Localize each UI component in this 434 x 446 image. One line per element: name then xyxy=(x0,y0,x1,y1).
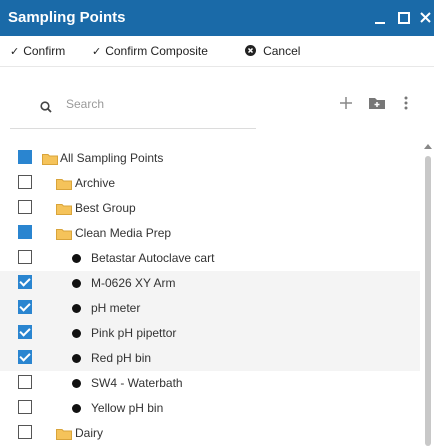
tree-item-label: Clean Media Prep xyxy=(75,226,172,240)
tree-point-row[interactable]: SW4 - Waterbath xyxy=(0,371,420,396)
plus-icon[interactable] xyxy=(339,96,353,115)
folder-icon xyxy=(56,427,72,440)
tree-item-label: pH meter xyxy=(91,301,141,315)
tree-item-label: Archive xyxy=(75,176,116,190)
row-checkbox[interactable] xyxy=(18,200,32,214)
row-checkbox[interactable] xyxy=(18,300,32,314)
tree-item-label: All Sampling Points xyxy=(60,151,164,165)
search-underline xyxy=(10,128,256,129)
tree-item-label: Best Group xyxy=(75,201,136,215)
row-checkbox[interactable] xyxy=(18,375,32,389)
row-checkbox[interactable] xyxy=(18,275,32,289)
sampling-points-tree: All Sampling Points Archive Best Group Clea… xyxy=(0,146,420,446)
row-checkbox[interactable] xyxy=(18,175,32,189)
folder-icon xyxy=(56,202,72,215)
tree-folder-row[interactable]: Dairy xyxy=(0,421,420,446)
tree-folder-row[interactable]: Clean Media Prep xyxy=(0,221,420,246)
tree-item-label: SW4 - Waterbath xyxy=(91,376,183,390)
confirm-composite-label: Confirm Composite xyxy=(105,44,208,58)
tree-item-label: Dairy xyxy=(75,426,104,440)
tree-item-label: Pink pH pipettor xyxy=(91,326,177,340)
row-checkbox[interactable] xyxy=(18,150,32,164)
tree-folder-row[interactable]: Best Group xyxy=(0,196,420,221)
folder-icon xyxy=(42,152,58,165)
row-checkbox[interactable] xyxy=(18,425,32,439)
search-input[interactable] xyxy=(64,96,268,112)
cancel-button[interactable]: Cancel xyxy=(245,44,300,58)
tree-folder-row[interactable]: All Sampling Points xyxy=(0,146,420,171)
more-vertical-icon[interactable] xyxy=(403,96,409,115)
folder-add-icon[interactable] xyxy=(368,96,386,115)
tree-item-label: M-0626 XY Arm xyxy=(91,276,176,290)
confirm-composite-button[interactable]: ✓ Confirm Composite xyxy=(92,44,208,58)
row-checkbox[interactable] xyxy=(18,400,32,414)
sampling-point-icon xyxy=(72,304,81,313)
row-checkbox[interactable] xyxy=(18,250,32,264)
tree-point-row[interactable]: Yellow pH bin xyxy=(0,396,420,421)
folder-icon xyxy=(56,177,72,190)
sampling-point-icon xyxy=(72,254,81,263)
tree-point-row[interactable]: M-0626 XY Arm xyxy=(0,271,420,296)
title-bar: Sampling Points xyxy=(0,0,434,36)
sampling-point-icon xyxy=(72,279,81,288)
scrollbar-thumb[interactable] xyxy=(425,156,431,446)
tree-point-row[interactable]: Pink pH pipettor xyxy=(0,321,420,346)
confirm-button[interactable]: ✓ Confirm xyxy=(10,44,65,58)
scroll-up-arrow[interactable] xyxy=(424,144,432,149)
maximize-icon[interactable] xyxy=(396,10,412,26)
tree-item-label: Yellow pH bin xyxy=(91,401,164,415)
search-icon xyxy=(40,100,52,118)
double-check-icon: ✓ xyxy=(92,46,102,58)
row-checkbox[interactable] xyxy=(18,325,32,339)
cancel-icon xyxy=(245,45,259,58)
tree-point-row[interactable]: Betastar Autoclave cart xyxy=(0,246,420,271)
check-icon: ✓ xyxy=(10,46,20,58)
row-checkbox[interactable] xyxy=(18,225,32,239)
tree-item-label: Red pH bin xyxy=(91,351,152,365)
sampling-point-icon xyxy=(72,404,81,413)
minimize-icon[interactable] xyxy=(372,10,388,26)
tree-folder-row[interactable]: Archive xyxy=(0,171,420,196)
toolbar: ✓ Confirm ✓ Confirm Composite Cancel xyxy=(0,36,434,67)
search-box xyxy=(30,92,330,120)
close-icon[interactable] xyxy=(418,10,434,26)
window-title: Sampling Points xyxy=(8,9,126,26)
sampling-point-icon xyxy=(72,329,81,338)
cancel-label: Cancel xyxy=(263,44,301,58)
tree-item-label: Betastar Autoclave cart xyxy=(91,251,215,265)
row-checkbox[interactable] xyxy=(18,350,32,364)
tree-point-row[interactable]: pH meter xyxy=(0,296,420,321)
folder-icon xyxy=(56,227,72,240)
sampling-point-icon xyxy=(72,354,81,363)
confirm-label: Confirm xyxy=(23,44,66,58)
vertical-scrollbar[interactable] xyxy=(422,142,434,446)
tree-point-row[interactable]: Red pH bin xyxy=(0,346,420,371)
sampling-point-icon xyxy=(72,379,81,388)
